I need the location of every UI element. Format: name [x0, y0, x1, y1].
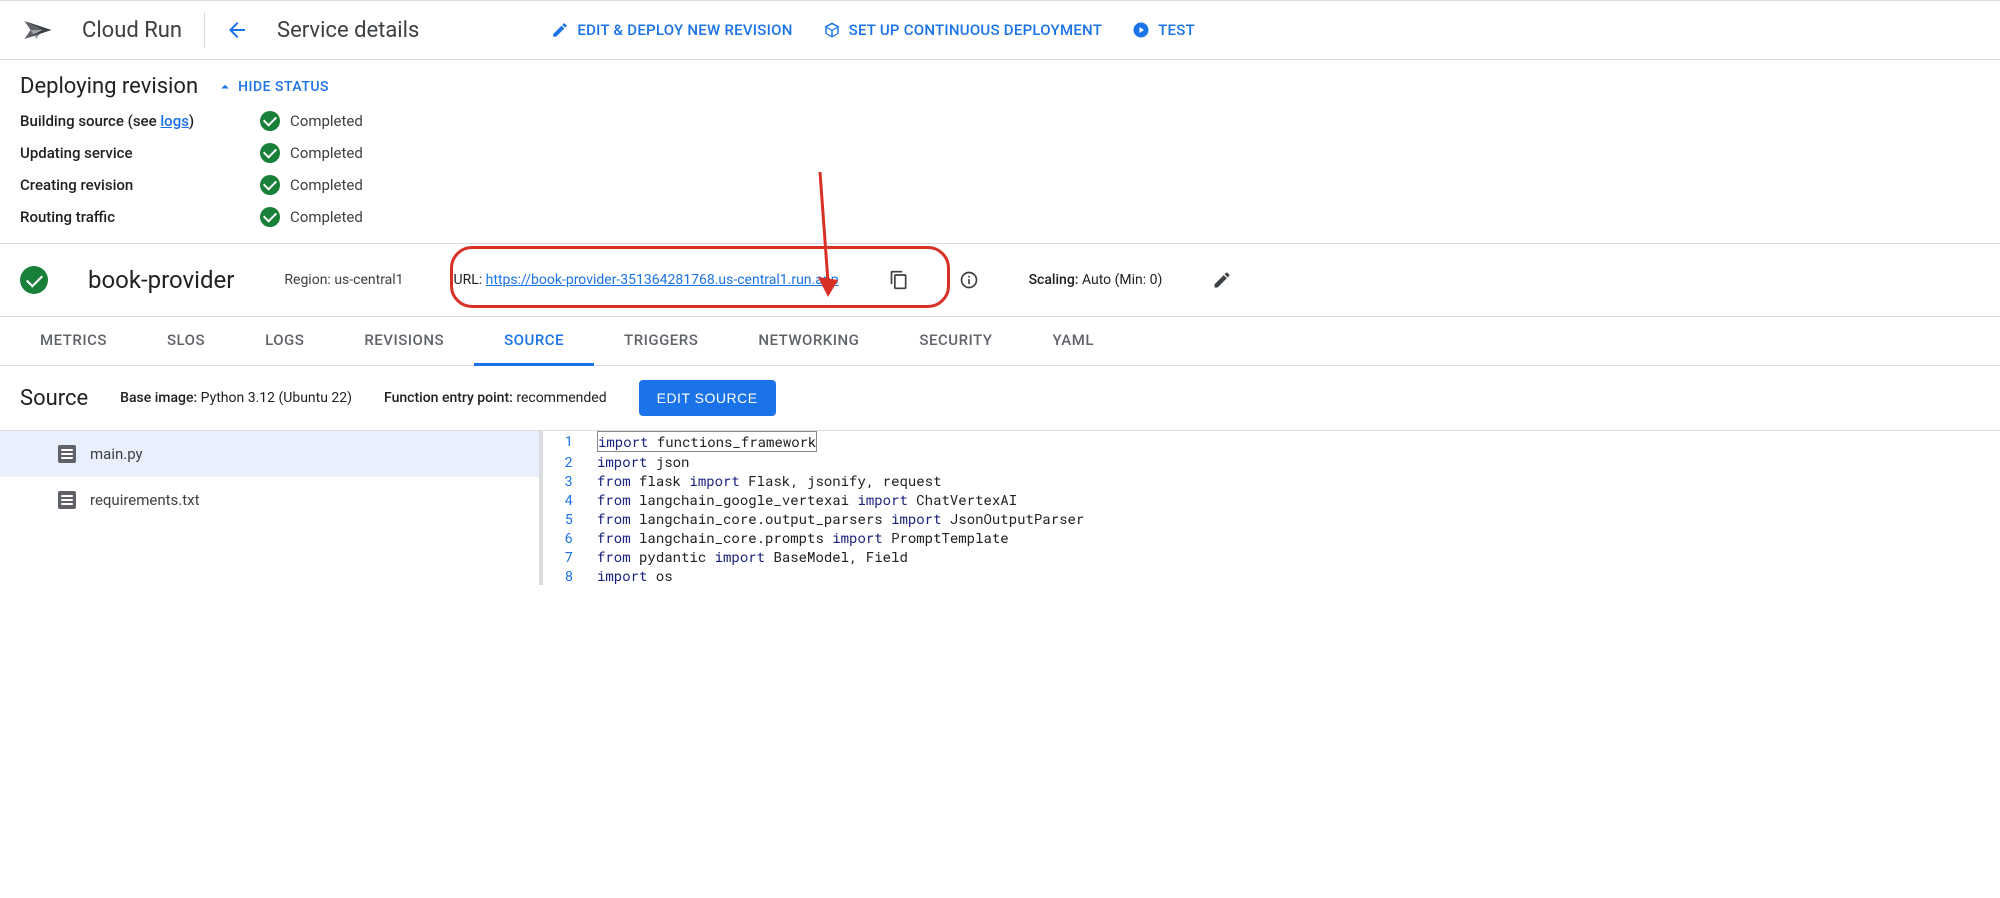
info-button[interactable]	[959, 270, 979, 290]
code-text: from langchain_core.output_parsers impor…	[587, 509, 1084, 528]
file-name: requirements.txt	[90, 491, 200, 509]
tab-logs[interactable]: LOGS	[235, 317, 334, 365]
edit-scaling-button[interactable]	[1212, 270, 1232, 290]
back-button[interactable]	[209, 18, 265, 42]
line-number: 2	[543, 452, 587, 471]
page-title: Service details	[265, 18, 431, 43]
copy-icon	[889, 270, 909, 290]
editor-area: main.py requirements.txt 1import function…	[0, 431, 2000, 585]
test-button[interactable]: TEST	[1132, 21, 1195, 39]
play-circle-icon	[1132, 21, 1150, 39]
tab-security[interactable]: SECURITY	[889, 317, 1022, 365]
tab-triggers[interactable]: TRIGGERS	[594, 317, 728, 365]
tab-revisions[interactable]: REVISIONS	[334, 317, 474, 365]
cd-label: SET UP CONTINUOUS DEPLOYMENT	[849, 21, 1103, 39]
entry-point-info: Function entry point: recommended	[384, 390, 607, 406]
line-number: 4	[543, 490, 587, 509]
code-line: 7from pydantic import BaseModel, Field	[543, 547, 2000, 566]
code-view: 1import functions_framework2import json3…	[540, 431, 2000, 585]
service-url: URL: https://book-provider-351364281768.…	[454, 272, 839, 288]
source-bar: Source Base image: Python 3.12 (Ubuntu 2…	[0, 366, 2000, 431]
tab-metrics[interactable]: METRICS	[10, 317, 137, 365]
status-step-value: Completed	[260, 207, 1980, 227]
edit-source-button[interactable]: EDIT SOURCE	[639, 380, 776, 416]
tabs-bar: METRICSSLOSLOGSREVISIONSSOURCETRIGGERSNE…	[0, 316, 2000, 366]
edit-deploy-button[interactable]: EDIT & DEPLOY NEW REVISION	[551, 21, 792, 39]
header-bar: Cloud Run Service details EDIT & DEPLOY …	[0, 0, 2000, 60]
pencil-icon	[551, 21, 569, 39]
check-circle-icon	[260, 207, 280, 227]
logs-link[interactable]: logs	[160, 112, 189, 130]
file-icon	[58, 445, 76, 463]
scaling-info: Scaling: Auto (Min: 0)	[1029, 272, 1163, 288]
code-line: 3from flask import Flask, jsonify, reque…	[543, 471, 2000, 490]
cube-icon	[823, 21, 841, 39]
source-title: Source	[20, 386, 88, 411]
status-step-label: Updating service	[20, 144, 260, 162]
file-icon	[58, 491, 76, 509]
hide-status-label: HIDE STATUS	[238, 79, 329, 95]
status-step-label: Creating revision	[20, 176, 260, 194]
line-number: 8	[543, 566, 587, 585]
code-text: from langchain_core.prompts import Promp…	[587, 528, 1009, 547]
service-summary-row: book-provider Region: us-central1 URL: h…	[0, 243, 2000, 316]
chevron-up-icon	[216, 78, 234, 96]
base-image-info: Base image: Python 3.12 (Ubuntu 22)	[120, 390, 352, 406]
line-number: 1	[543, 431, 587, 452]
code-line: 2import json	[543, 452, 2000, 471]
status-title: Deploying revision	[20, 74, 198, 99]
check-circle-icon	[260, 111, 280, 131]
product-name: Cloud Run	[64, 18, 200, 43]
file-item[interactable]: main.py	[0, 431, 539, 477]
code-line: 1import functions_framework	[543, 431, 2000, 452]
code-text: import os	[587, 566, 673, 585]
status-section: Deploying revision HIDE STATUS Building …	[0, 60, 2000, 243]
status-step-value: Completed	[260, 111, 1980, 131]
test-label: TEST	[1158, 21, 1195, 39]
check-circle-icon	[260, 143, 280, 163]
tab-yaml[interactable]: YAML	[1022, 317, 1124, 365]
continuous-deployment-button[interactable]: SET UP CONTINUOUS DEPLOYMENT	[823, 21, 1103, 39]
divider	[204, 12, 205, 48]
file-item[interactable]: requirements.txt	[0, 477, 539, 523]
edit-deploy-label: EDIT & DEPLOY NEW REVISION	[577, 21, 792, 39]
check-circle-icon	[20, 266, 48, 294]
status-step-value: Completed	[260, 143, 1980, 163]
hide-status-button[interactable]: HIDE STATUS	[216, 78, 329, 96]
code-line: 6from langchain_core.prompts import Prom…	[543, 528, 2000, 547]
pencil-icon	[1212, 270, 1232, 290]
line-number: 6	[543, 528, 587, 547]
tab-source[interactable]: SOURCE	[474, 317, 594, 366]
code-line: 4from langchain_google_vertexai import C…	[543, 490, 2000, 509]
cloud-run-logo	[12, 12, 64, 48]
code-text: from pydantic import BaseModel, Field	[587, 547, 908, 566]
file-name: main.py	[90, 445, 143, 463]
code-text: from langchain_google_vertexai import Ch…	[587, 490, 1017, 509]
copy-url-button[interactable]	[889, 270, 909, 290]
code-line: 5from langchain_core.output_parsers impo…	[543, 509, 2000, 528]
service-url-link[interactable]: https://book-provider-351364281768.us-ce…	[486, 272, 839, 288]
line-number: 5	[543, 509, 587, 528]
check-circle-icon	[260, 175, 280, 195]
info-icon	[959, 270, 979, 290]
code-line: 8import os	[543, 566, 2000, 585]
code-text: from flask import Flask, jsonify, reques…	[587, 471, 941, 490]
status-step-label: Building source (see logs)	[20, 112, 260, 130]
file-list: main.py requirements.txt	[0, 431, 540, 585]
line-number: 7	[543, 547, 587, 566]
line-number: 3	[543, 471, 587, 490]
service-region: Region: us-central1	[284, 272, 403, 288]
status-step-label: Routing traffic	[20, 208, 260, 226]
tab-slos[interactable]: SLOS	[137, 317, 235, 365]
code-text: import json	[587, 452, 689, 471]
tab-networking[interactable]: NETWORKING	[728, 317, 889, 365]
code-text: import functions_framework	[587, 431, 817, 452]
status-step-value: Completed	[260, 175, 1980, 195]
service-name: book-provider	[88, 266, 234, 294]
